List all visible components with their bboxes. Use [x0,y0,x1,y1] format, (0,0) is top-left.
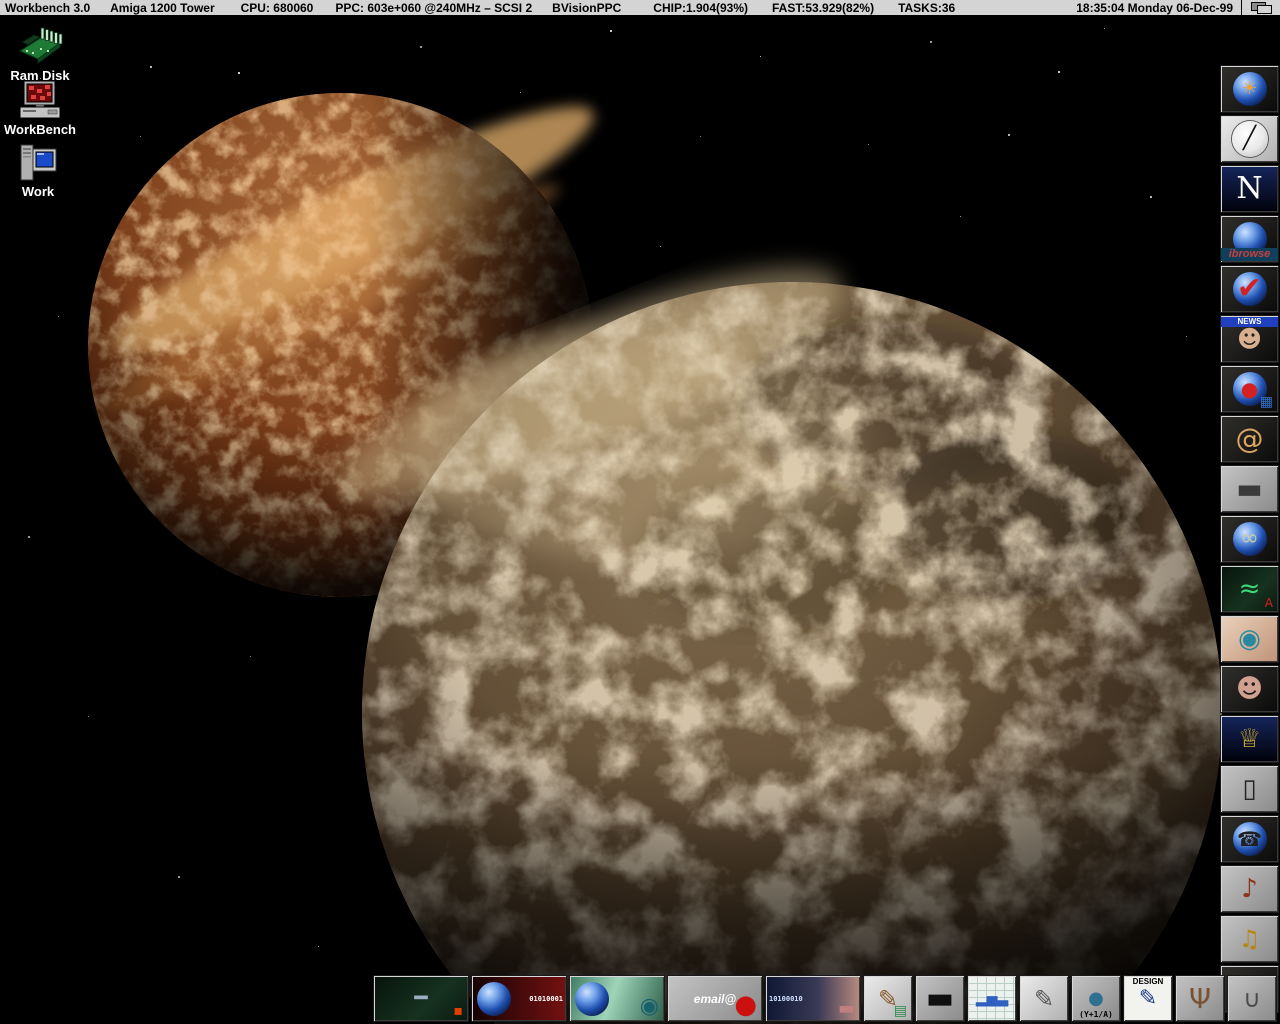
desktop-icon-label: Work [6,184,70,199]
email-client-badge-glyph: ● [734,992,757,1018]
bottom-dock: ━▪01010001◉●email@▬10100010✎▤▬▂▅▃✎●(Y+1/… [373,975,1277,1022]
titlebar-machine-name: Amiga 1200 Tower [110,1,214,15]
portrait-filmstrip-icon[interactable]: ☻ [1220,665,1279,713]
amiga-workbench-screen: { "screen": { "titlebar": { "items": [ "… [0,0,1280,1024]
flashlight-icon[interactable]: ▬ [1220,465,1279,513]
netscape-n-icon[interactable]: N [1220,165,1279,213]
voyager-browser-glyph: ✔ [1237,274,1262,304]
globe-binary-icon[interactable]: 01010001 [471,975,567,1022]
amiga-boing-globe-glyph: ● [1241,379,1258,399]
pda-organizer-glyph: ▯ [1242,776,1256,802]
notepad-editor-icon[interactable]: ✎▤ [863,975,913,1022]
nautilus-shell-glyph: @ [1236,425,1264,453]
workbench-titlebar: Workbench 3.0 Amiga 1200 Tower CPU: 6800… [0,0,1280,16]
globe-glyph [575,982,609,1016]
eye-viewer-icon[interactable]: ◉ [1220,615,1279,663]
circuit-cable-glyph: ━ [414,988,427,1010]
amiga-boing-globe-icon[interactable]: ●▦ [1220,365,1279,413]
tropical-globe-icon[interactable]: ☀ [1220,65,1279,113]
binoculars-globe-icon[interactable]: ∞ [1220,515,1279,563]
titlebar-tasks: TASKS:36 [898,1,955,15]
nautilus-shell-icon[interactable]: @ [1220,415,1279,463]
pharaoh-mask-glyph: ♕ [1238,726,1261,752]
eye-viewer-glyph: ◉ [1238,626,1261,652]
ibrowse-browser-icon[interactable]: ibrowse [1220,215,1279,263]
binary-lips-label: 10100010 [769,994,803,1002]
right-dock: ☀╱Nibrowse✔☻NEWS●▦@▬∞≈A◉☻♕▯☎♪♫◎ [1220,65,1277,1013]
flashlight-glyph: ▬ [1236,475,1262,503]
vhs-video-glyph: ▬ [926,984,954,1014]
trumpet-music-glyph: ♫ [1239,927,1261,951]
gramophone-glyph: ♪ [1241,876,1258,902]
gramophone-icon[interactable]: ♪ [1220,865,1279,913]
titlebar-workbench-version: Workbench 3.0 [5,1,90,15]
netscape-n-glyph: N [1236,174,1262,204]
multimedia-player-glyph: ≈ [1239,576,1261,602]
titlebar-cpu: CPU: 680060 [241,1,314,15]
ibrowse-browser-label: ibrowse [1221,248,1278,261]
portrait-filmstrip-glyph: ☻ [1236,676,1263,702]
math-calc-icon[interactable]: ● (Y+1/A) [1071,975,1121,1022]
pharaoh-mask-icon[interactable]: ♕ [1220,715,1279,763]
multimedia-player-icon[interactable]: ≈A [1220,565,1279,613]
email-client-icon[interactable]: ●email@ [667,975,763,1022]
computer-red-screen-icon [18,80,62,120]
voyager-browser-icon[interactable]: ✔ [1220,265,1279,313]
news-reader-glyph: ☻ [1237,327,1262,351]
tuning-fork-glyph: Ψ [1189,985,1211,1013]
titlebar-ppc: PPC: 603e+060 @240MHz – SCSI 2 [335,1,532,15]
space-wallpaper [0,16,1280,1024]
titlebar-fast-mem: FAST:53.929(82%) [772,1,874,15]
news-reader-icon[interactable]: ☻NEWS [1220,315,1279,363]
titlebar-chip-mem: CHIP:1.904(93%) [653,1,748,15]
circuit-cable-badge-glyph: ▪ [454,1004,464,1018]
trumpet-music-icon[interactable]: ♫ [1220,915,1279,963]
tuning-fork-icon[interactable]: Ψ [1175,975,1225,1022]
desktop-icon-ram-disk[interactable]: Ram Disk [4,24,76,83]
ram-chip-icon [14,24,66,66]
notepad-editor-badge-glyph: ▤ [894,1004,907,1018]
gauge-clock-glyph: ╱ [1243,128,1256,150]
design-pen-icon[interactable]: ✎DESIGN [1123,975,1173,1022]
desktop-icon-workbench[interactable]: WorkBench [0,80,80,137]
email-client-label: email@ [694,991,736,1005]
telephone-globe-glyph: ☎ [1237,829,1262,849]
multimedia-player-badge-glyph: A [1265,597,1273,609]
telephone-globe-icon[interactable]: ☎ [1220,815,1279,863]
globe-glyph [477,982,511,1016]
depth-gadget-icon-front [1257,5,1272,14]
desktop-icon-work[interactable]: Work [6,142,70,199]
wordprocessor-glyph: ✎ [1034,987,1054,1011]
computer-blue-screen-icon [18,142,58,182]
vhs-video-icon[interactable]: ▬ [915,975,965,1022]
mortar-pestle-icon[interactable]: ∪ [1227,975,1277,1022]
titlebar-clock: 18:35:04 Monday 06-Dec-99 [1076,1,1233,15]
binary-lips-icon[interactable]: ▬ 10100010 [765,975,861,1022]
circuit-cable-icon[interactable]: ━▪ [373,975,469,1022]
design-pen-label: DESIGN [1133,977,1164,987]
mortar-pestle-glyph: ∪ [1243,987,1261,1011]
globe-eye-icon[interactable]: ◉ [569,975,665,1022]
gauge-clock-icon[interactable]: ╱ [1220,115,1279,163]
amiga-boing-globe-badge-glyph: ▦ [1260,395,1273,409]
math-calc-label: (Y+1/A) [1079,1010,1113,1020]
tropical-globe-glyph: ☀ [1241,80,1257,98]
spreadsheet-chart-icon[interactable]: ▂▅▃ [967,975,1017,1022]
binoculars-globe-glyph: ∞ [1240,528,1258,550]
math-calc-glyph: ● [1088,990,1104,1008]
binary-lips-badge-glyph: ▬ [838,1000,855,1018]
pda-organizer-icon[interactable]: ▯ [1220,765,1279,813]
news-reader-label: NEWS [1221,317,1278,327]
wordprocessor-icon[interactable]: ✎ [1019,975,1069,1022]
desktop-icon-label: WorkBench [0,122,80,137]
globe-binary-label: 01010001 [529,994,563,1002]
titlebar-gfx-board: BVisionPPC [552,1,621,15]
spreadsheet-chart-glyph: ▂▅▃ [976,992,1008,1006]
screen-depth-gadget[interactable] [1241,0,1280,15]
globe-eye-badge-glyph: ◉ [640,996,659,1018]
design-pen-glyph: ✎ [1139,988,1157,1010]
